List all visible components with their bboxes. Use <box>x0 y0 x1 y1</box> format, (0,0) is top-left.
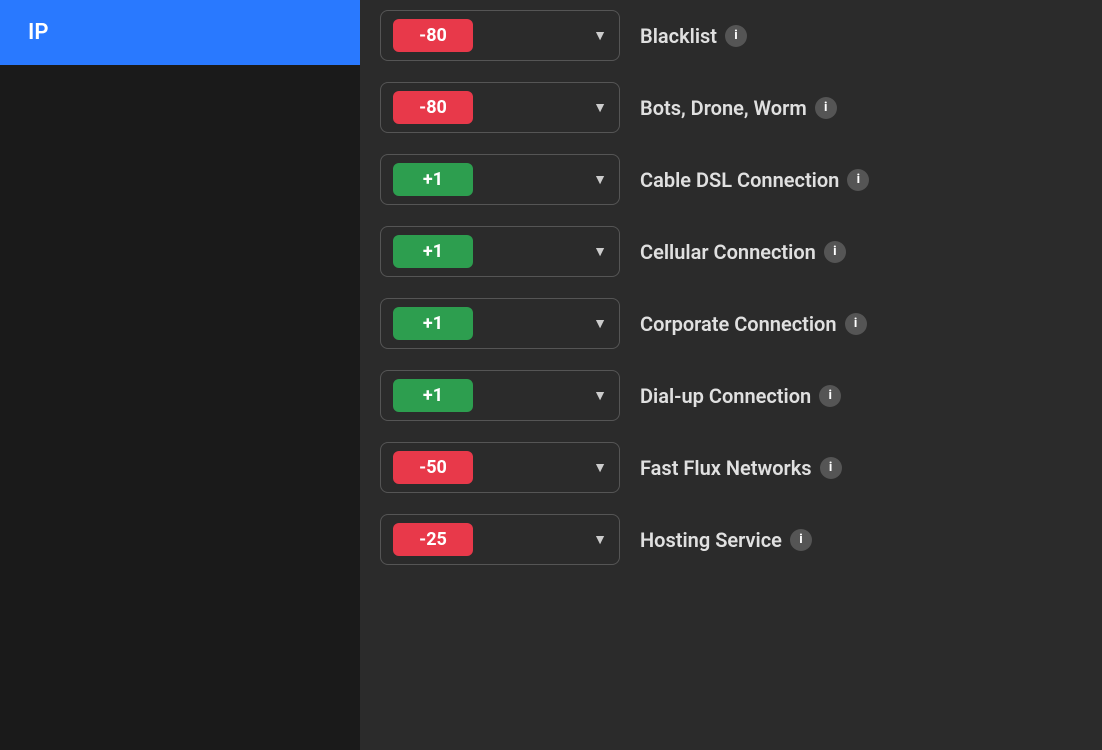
row-label-text: Dial-up Connection <box>640 384 811 408</box>
row-label: Corporate Connection i <box>640 312 867 336</box>
row-label: Blacklist i <box>640 24 747 48</box>
score-dropdown-5[interactable]: +1 ▼ <box>380 370 620 421</box>
row-label: Hosting Service i <box>640 528 812 552</box>
chevron-down-icon: ▼ <box>593 387 607 404</box>
table-row: -80 ▼ Bots, Drone, Worm i <box>380 72 1082 144</box>
chevron-down-icon: ▼ <box>593 171 607 188</box>
chevron-down-icon: ▼ <box>593 459 607 476</box>
row-label-text: Fast Flux Networks <box>640 456 812 480</box>
chevron-down-icon: ▼ <box>593 99 607 116</box>
score-badge: -25 <box>393 523 473 556</box>
row-label-text: Blacklist <box>640 24 717 48</box>
chevron-down-icon: ▼ <box>593 27 607 44</box>
info-icon[interactable]: i <box>847 169 869 191</box>
row-label-text: Cable DSL Connection <box>640 168 839 192</box>
chevron-down-icon: ▼ <box>593 531 607 548</box>
table-row: +1 ▼ Corporate Connection i <box>380 288 1082 360</box>
row-label: Cable DSL Connection i <box>640 168 869 192</box>
table-row: -80 ▼ Blacklist i <box>380 0 1082 72</box>
info-icon[interactable]: i <box>824 241 846 263</box>
score-dropdown-2[interactable]: +1 ▼ <box>380 154 620 205</box>
row-label: Fast Flux Networks i <box>640 456 842 480</box>
row-label: Cellular Connection i <box>640 240 846 264</box>
row-label-text: Corporate Connection <box>640 312 837 336</box>
sidebar: IP <box>0 0 360 750</box>
info-icon[interactable]: i <box>790 529 812 551</box>
sidebar-item-ip[interactable]: IP <box>0 0 360 65</box>
sidebar-ip-label: IP <box>28 20 48 45</box>
score-dropdown-0[interactable]: -80 ▼ <box>380 10 620 61</box>
main-content: -80 ▼ Blacklist i -80 ▼ Bots, Drone, Worm i +1 ▼ C… <box>360 0 1102 750</box>
row-label-text: Cellular Connection <box>640 240 816 264</box>
score-badge: +1 <box>393 163 473 196</box>
score-badge: -80 <box>393 91 473 124</box>
row-label: Bots, Drone, Worm i <box>640 96 837 120</box>
table-row: +1 ▼ Dial-up Connection i <box>380 360 1082 432</box>
score-badge: +1 <box>393 307 473 340</box>
row-label-text: Hosting Service <box>640 528 782 552</box>
score-dropdown-3[interactable]: +1 ▼ <box>380 226 620 277</box>
info-icon[interactable]: i <box>819 385 841 407</box>
info-icon[interactable]: i <box>815 97 837 119</box>
table-row: +1 ▼ Cellular Connection i <box>380 216 1082 288</box>
score-dropdown-4[interactable]: +1 ▼ <box>380 298 620 349</box>
score-dropdown-7[interactable]: -25 ▼ <box>380 514 620 565</box>
table-row: -50 ▼ Fast Flux Networks i <box>380 432 1082 504</box>
row-label-text: Bots, Drone, Worm <box>640 96 807 120</box>
info-icon[interactable]: i <box>725 25 747 47</box>
score-dropdown-1[interactable]: -80 ▼ <box>380 82 620 133</box>
score-badge: -80 <box>393 19 473 52</box>
score-badge: -50 <box>393 451 473 484</box>
chevron-down-icon: ▼ <box>593 315 607 332</box>
score-badge: +1 <box>393 235 473 268</box>
chevron-down-icon: ▼ <box>593 243 607 260</box>
info-icon[interactable]: i <box>845 313 867 335</box>
table-row: -25 ▼ Hosting Service i <box>380 504 1082 576</box>
score-dropdown-6[interactable]: -50 ▼ <box>380 442 620 493</box>
info-icon[interactable]: i <box>820 457 842 479</box>
table-row: +1 ▼ Cable DSL Connection i <box>380 144 1082 216</box>
row-label: Dial-up Connection i <box>640 384 841 408</box>
score-badge: +1 <box>393 379 473 412</box>
